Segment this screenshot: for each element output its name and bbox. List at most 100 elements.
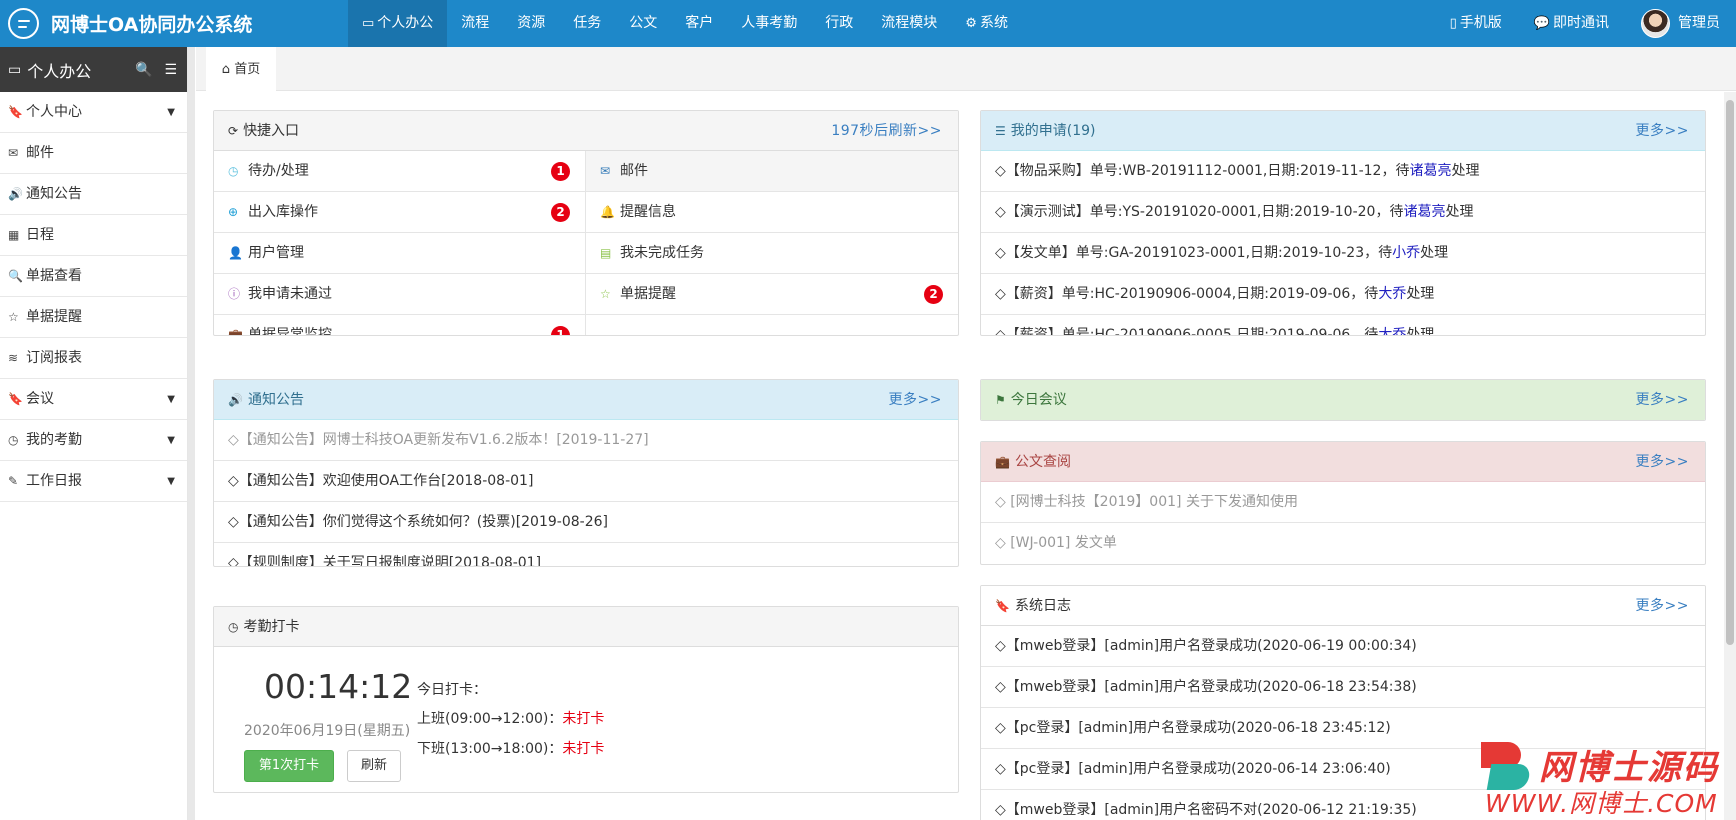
volume-icon: 🔊 xyxy=(228,393,243,407)
morning-label: 上班(09:00→12:00)： xyxy=(417,711,563,727)
nav-item-documents[interactable]: 公文 xyxy=(615,0,671,47)
tab-home[interactable]: ⌂ 首页 xyxy=(206,47,276,92)
panel-header: 🔊 通知公告 更多>> xyxy=(214,380,958,420)
star-icon: ☆ xyxy=(600,287,611,301)
user-menu[interactable]: 管理员 xyxy=(1625,0,1736,47)
search-icon[interactable]: 🔍 xyxy=(135,62,152,78)
list-item[interactable]: ◇【通知公告】欢迎使用OA工作台[2018-08-01] xyxy=(214,461,958,502)
nav-item-hr-attendance[interactable]: 人事考勤 xyxy=(727,0,811,47)
more-link[interactable]: 更多>> xyxy=(889,380,942,420)
count-badge: 2 xyxy=(924,285,943,304)
quick-anomaly-monitor[interactable]: 💼 单据异常监控 1 xyxy=(214,315,586,335)
nav-label: 即时通讯 xyxy=(1553,15,1609,31)
sidebar-item-my-attendance[interactable]: ◷ 我的考勤 ▼ xyxy=(0,420,187,461)
nav-item-tasks[interactable]: 任务 xyxy=(559,0,615,47)
nav-item-admin[interactable]: 行政 xyxy=(811,0,867,47)
nav-item-system[interactable]: ⚙ 系统 xyxy=(951,0,1022,47)
attendance-date: 2020年06月19日(星期五) xyxy=(244,723,411,739)
instant-message-link[interactable]: 💬 即时通讯 xyxy=(1518,0,1625,47)
sidebar: ▭ 个人办公 🔍 ☰ 🔖 个人中心 ▼ ✉ 邮件 🔊 通知公告 ▦ 日程 🔍 单据查看 ☆ 单… xyxy=(0,47,195,820)
count-badge: 2 xyxy=(551,203,570,222)
menu-icon[interactable]: ☰ xyxy=(164,62,177,78)
list-item[interactable]: ◇【薪资】单号:HC-20190906-0004,日期:2019-09-06，待… xyxy=(981,274,1705,315)
scrollbar-thumb[interactable] xyxy=(1726,100,1734,645)
refresh-countdown-link[interactable]: 197秒后刷新>> xyxy=(831,111,942,151)
panel-header: ⟳ 快捷入口 197秒后刷新>> xyxy=(214,111,958,151)
more-link[interactable]: 更多>> xyxy=(1636,380,1689,420)
quick-reminders[interactable]: 🔔 提醒信息 xyxy=(586,192,958,233)
sidebar-item-label: 会议 xyxy=(26,391,54,407)
quick-doc-reminder[interactable]: ☆ 单据提醒 2 xyxy=(586,274,958,315)
today-checkin-label: 今日打卡： xyxy=(417,682,487,698)
envelope-icon: ✉ xyxy=(8,146,19,160)
morning-checkin: 上班(09:00→12:00)：未打卡 xyxy=(417,708,604,728)
more-link[interactable]: 更多>> xyxy=(1636,586,1689,626)
quick-mail[interactable]: ✉ 邮件 xyxy=(586,151,958,192)
list-item[interactable]: ◇【薪资】单号:HC-20190906-0005,日期:2019-09-06，待… xyxy=(981,315,1705,335)
quick-unfinished-tasks[interactable]: ▤ 我未完成任务 xyxy=(586,233,958,274)
nav-item-flow-module[interactable]: 流程模块 xyxy=(867,0,951,47)
user-name: 管理员 xyxy=(1678,15,1720,31)
list-item[interactable]: ◇【mweb登录】[admin]用户名登录成功(2020-06-19 00:00… xyxy=(981,626,1705,667)
more-link[interactable]: 更多>> xyxy=(1636,442,1689,482)
nav-item-customers[interactable]: 客户 xyxy=(671,0,727,47)
nav-label: 系统 xyxy=(979,15,1008,31)
count-badge: 1 xyxy=(551,326,570,335)
nav-item-resources[interactable]: 资源 xyxy=(503,0,559,47)
list-item[interactable]: ◇【mweb登录】[admin]用户名登录成功(2020-06-18 23:54… xyxy=(981,667,1705,708)
watermark-logo: 网博士源码 WWW.网博士.COM xyxy=(1481,740,1726,818)
quick-stock-ops[interactable]: ⊕ 出入库操作 2 xyxy=(214,192,586,233)
quick-todo[interactable]: ◷ 待办/处理 1 xyxy=(214,151,586,192)
list-item[interactable]: ◇【发文单】单号:GA-20191023-0001,日期:2019-10-23，… xyxy=(981,233,1705,274)
sidebar-header: ▭ 个人办公 🔍 ☰ xyxy=(0,47,187,92)
check-in-button[interactable]: 第1次打卡 xyxy=(244,750,334,782)
app-logo[interactable]: 网博士OA协同办公系统 xyxy=(8,8,252,39)
mobile-version-link[interactable]: ▯ 手机版 xyxy=(1434,0,1518,47)
refresh-icon: ⟳ xyxy=(228,124,239,138)
search-icon: 🔍 xyxy=(8,269,23,283)
dashboard: ⟳ 快捷入口 197秒后刷新>> ◷ 待办/处理 1 ✉ 邮件 ⊕ 出入库操作 2 🔔 提醒信… xyxy=(196,92,1736,820)
sidebar-item-schedule[interactable]: ▦ 日程 xyxy=(0,215,187,256)
sidebar-item-doc-view[interactable]: 🔍 单据查看 xyxy=(0,256,187,297)
vertical-scrollbar[interactable] xyxy=(1724,92,1736,820)
main-area: ⌂ 首页 ⟳ 快捷入口 197秒后刷新>> ◷ 待办/处理 1 ✉ 邮件 ⊕ 出入库操作 2… xyxy=(196,47,1736,820)
afternoon-checkin: 下班(13:00→18:00)：未打卡 xyxy=(417,738,604,758)
sidebar-item-daily-report[interactable]: ✎ 工作日报 ▼ xyxy=(0,461,187,502)
sidebar-item-personal-center[interactable]: 🔖 个人中心 ▼ xyxy=(0,92,187,133)
info-icon: ⓘ xyxy=(228,287,241,301)
sidebar-item-reports[interactable]: ≋ 订阅报表 xyxy=(0,338,187,379)
attendance-clock: 00:14:12 xyxy=(264,667,413,706)
doc-review-panel: 💼 公文查阅 更多>> ◇ [网博士科技【2019】001] 关于下发通知使用 ◇… xyxy=(980,441,1706,565)
list-item[interactable]: ◇ [网博士科技【2019】001] 关于下发通知使用 xyxy=(981,482,1705,523)
list-item[interactable]: ◇【规则制度】关于写日报制度说明[2018-08-01] xyxy=(214,543,958,566)
list-item[interactable]: ◇【通知公告】网博士科技OA更新发布V1.6.2版本！[2019-11-27] xyxy=(214,420,958,461)
sidebar-item-doc-reminder[interactable]: ☆ 单据提醒 xyxy=(0,297,187,338)
attendance-panel: ◷ 考勤打卡 00:14:12 2020年06月19日(星期五) 第1次打卡 刷新… xyxy=(213,606,959,793)
quick-rejected-requests[interactable]: ⓘ 我申请未通过 xyxy=(214,274,586,315)
sidebar-item-meeting[interactable]: 🔖 会议 ▼ xyxy=(0,379,187,420)
refresh-button[interactable]: 刷新 xyxy=(347,750,401,782)
panel-header: ☰ 我的申请(19) 更多>> xyxy=(981,111,1705,151)
nav-item-flow[interactable]: 流程 xyxy=(447,0,503,47)
nav-item-personal-office[interactable]: ▭ 个人办公 xyxy=(348,0,448,47)
flag-icon: ⚑ xyxy=(995,393,1006,407)
quick-user-admin[interactable]: 👤 用户管理 xyxy=(214,233,586,274)
list-item[interactable]: ◇【演示测试】单号:YS-20191020-0001,日期:2019-10-20… xyxy=(981,192,1705,233)
caret-down-icon: ▼ xyxy=(167,435,175,446)
sidebar-item-notice[interactable]: 🔊 通知公告 xyxy=(0,174,187,215)
sidebar-item-mail[interactable]: ✉ 邮件 xyxy=(0,133,187,174)
quick-entry-panel: ⟳ 快捷入口 197秒后刷新>> ◷ 待办/处理 1 ✉ 邮件 ⊕ 出入库操作 2 🔔 提醒信… xyxy=(213,110,959,336)
panel-title: 考勤打卡 xyxy=(243,619,300,635)
list-item[interactable]: ◇【物品采购】单号:WB-20191112-0001,日期:2019-11-12… xyxy=(981,151,1705,192)
list-item[interactable]: ◇【通知公告】你们觉得这个系统如何？(投票)[2019-08-26] xyxy=(214,502,958,543)
quick-label: 单据提醒 xyxy=(620,286,676,302)
sidebar-item-label: 工作日报 xyxy=(26,473,82,489)
panel-title: 系统日志 xyxy=(1014,598,1071,614)
panel-header: ◷ 考勤打卡 xyxy=(214,607,958,647)
envelope-icon: ✉ xyxy=(600,164,611,178)
notice-panel: 🔊 通知公告 更多>> ◇【通知公告】网博士科技OA更新发布V1.6.2版本！[2… xyxy=(213,379,959,567)
more-link[interactable]: 更多>> xyxy=(1636,111,1689,151)
chat-bubble-icon xyxy=(8,8,39,39)
bell-icon: 🔔 xyxy=(600,205,615,219)
list-item[interactable]: ◇ [WJ-001] 发文单 xyxy=(981,523,1705,564)
